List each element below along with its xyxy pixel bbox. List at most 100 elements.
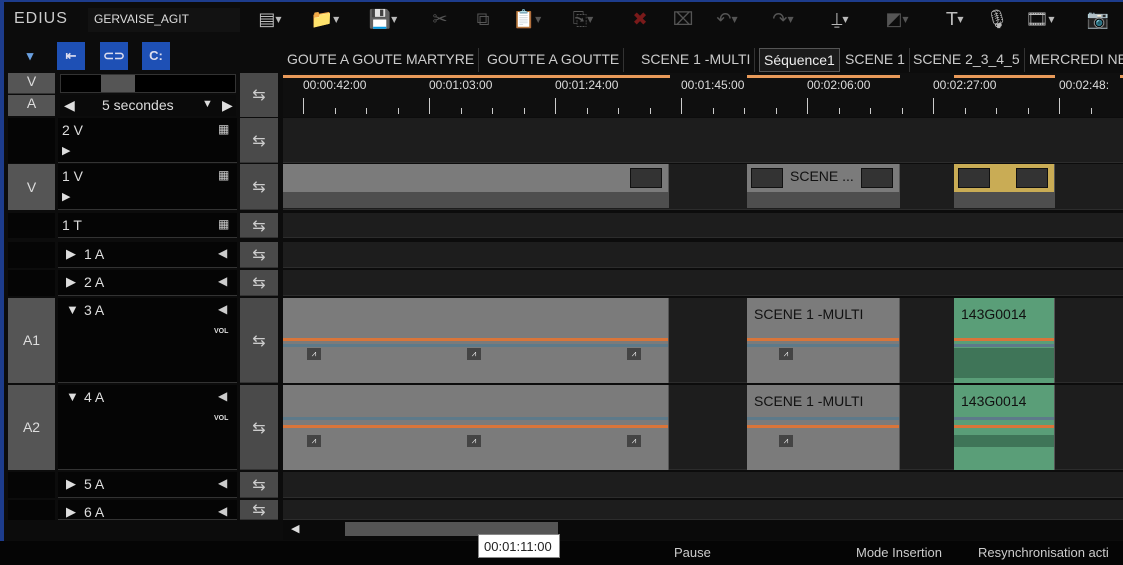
track-mode-icon[interactable]: ▾ bbox=[16, 42, 44, 70]
track-lane[interactable] bbox=[283, 242, 1123, 268]
track-patch[interactable] bbox=[8, 472, 55, 498]
speaker-icon[interactable]: ◀ bbox=[218, 302, 227, 316]
undo-button[interactable]: ↶▼ bbox=[712, 6, 742, 34]
audio-clip[interactable]: 143G0014 bbox=[954, 385, 1055, 470]
speaker-icon[interactable]: ◀ bbox=[218, 476, 227, 490]
track-lane[interactable] bbox=[283, 270, 1123, 296]
chevron-down-icon[interactable]: ▼ bbox=[202, 98, 213, 110]
audio-clip[interactable]: SCENE 1 -MULTI ⩘ bbox=[747, 385, 900, 470]
speaker-icon[interactable]: ◀ bbox=[218, 389, 227, 403]
volume-line[interactable] bbox=[747, 425, 899, 428]
sync-lock-icon[interactable]: ⇆ bbox=[240, 242, 278, 268]
chevron-down-icon[interactable]: ▼ bbox=[731, 15, 737, 24]
chevron-down-icon[interactable]: ▼ bbox=[842, 15, 848, 24]
save-button[interactable]: 💾▼ bbox=[368, 6, 398, 34]
waveform-icon[interactable]: ⩘ bbox=[627, 435, 641, 447]
track-patch[interactable]: V bbox=[8, 164, 55, 210]
audio-clip[interactable]: SCENE 1 -MULTI ⩘ bbox=[747, 298, 900, 383]
track-patch[interactable] bbox=[8, 270, 55, 296]
audio-clip[interactable]: 143G0014 bbox=[954, 298, 1055, 383]
track-patch[interactable]: A1 bbox=[8, 298, 55, 383]
zoom-slider[interactable] bbox=[60, 74, 236, 93]
expand-icon[interactable]: ▼ bbox=[66, 302, 79, 317]
expand-icon[interactable]: ▶ bbox=[66, 274, 76, 290]
volume-line[interactable] bbox=[954, 338, 1054, 341]
snapshot-button[interactable]: 📷 bbox=[1083, 6, 1113, 34]
tab-5[interactable]: SCENE 2_3_4_5 bbox=[909, 48, 1025, 72]
waveform-icon[interactable]: ⩘ bbox=[467, 435, 481, 447]
sync-lock-icon[interactable]: ⇆ bbox=[240, 472, 278, 498]
scale-next-icon[interactable]: ▶ bbox=[222, 97, 233, 114]
waveform-icon[interactable]: ⩘ bbox=[627, 348, 641, 360]
title-button[interactable]: T▼ bbox=[940, 6, 970, 34]
audio-clip[interactable]: ⩘ ⩘ ⩘ bbox=[283, 385, 669, 470]
ripple-delete-button[interactable]: ⌧ bbox=[668, 6, 698, 34]
film-icon[interactable]: ▦ bbox=[218, 122, 229, 136]
expand-icon[interactable]: ▶ bbox=[62, 190, 70, 203]
track-header[interactable]: ▼ 3 A ◀ VOL bbox=[58, 298, 237, 383]
zoom-slider-thumb[interactable] bbox=[101, 75, 135, 92]
film-icon[interactable]: ▦ bbox=[218, 168, 229, 182]
track-lane[interactable] bbox=[283, 500, 1123, 520]
track-lane[interactable]: ⩘ ⩘ ⩘ SCENE 1 -MULTI ⩘ 143G0014 bbox=[283, 298, 1123, 383]
video-clip[interactable]: SCENE ... bbox=[747, 164, 900, 192]
tab-6[interactable]: MERCREDI NE bbox=[1025, 48, 1123, 72]
scroll-left-icon[interactable]: ◀ bbox=[291, 522, 299, 535]
tab-4[interactable]: SCENE 1 bbox=[841, 48, 910, 72]
tab-2[interactable]: SCENE 1 -MULTI bbox=[637, 48, 756, 72]
timescale-select[interactable]: ◀ 5 secondes ▼ ▶ bbox=[60, 95, 236, 116]
video-clip[interactable] bbox=[954, 164, 1055, 192]
sync-lock-icon[interactable]: ⇆ bbox=[240, 270, 278, 296]
chevron-down-icon[interactable]: ▼ bbox=[535, 15, 541, 24]
track-header[interactable]: 2 V ▶ ▦ bbox=[58, 118, 237, 163]
film-icon[interactable]: ▦ bbox=[218, 217, 229, 231]
chevron-down-icon[interactable]: ▼ bbox=[787, 15, 793, 24]
sync-lock-icon[interactable]: ⇆ bbox=[240, 213, 278, 238]
expand-icon[interactable]: ▼ bbox=[66, 389, 79, 404]
pan-line[interactable] bbox=[283, 344, 668, 347]
speaker-icon[interactable]: ◀ bbox=[218, 246, 227, 260]
pan-line[interactable] bbox=[747, 417, 899, 420]
pan-line[interactable] bbox=[954, 417, 1054, 420]
paste-button[interactable]: 📋▼ bbox=[512, 6, 542, 34]
volume-line[interactable] bbox=[283, 425, 668, 428]
sync-lock-icon[interactable]: ⇆ bbox=[240, 298, 278, 383]
group-icon[interactable]: C: bbox=[142, 42, 170, 70]
voiceover-button[interactable]: 🎙 bbox=[982, 6, 1012, 34]
horizontal-scrollbar[interactable]: ◀ bbox=[283, 520, 1123, 540]
new-sequence-button[interactable]: ▤▼ bbox=[255, 6, 285, 34]
chevron-down-icon[interactable]: ▼ bbox=[957, 15, 963, 24]
waveform-icon[interactable]: ⩘ bbox=[467, 348, 481, 360]
render-button[interactable]: 🎞▼ bbox=[1025, 6, 1055, 34]
video-clip[interactable] bbox=[283, 164, 669, 192]
open-folder-button[interactable]: 📁▼ bbox=[310, 6, 340, 34]
track-header[interactable]: 1 V ▶ ▦ bbox=[58, 164, 237, 210]
track-lane[interactable]: ⩘ ⩘ ⩘ SCENE 1 -MULTI ⩘ 143G0014 bbox=[283, 385, 1123, 470]
expand-icon[interactable]: ▶ bbox=[66, 246, 76, 262]
track-lane[interactable] bbox=[283, 213, 1123, 238]
scale-prev-icon[interactable]: ◀ bbox=[64, 97, 75, 114]
track-header[interactable]: ▶ 5 A ◀ bbox=[58, 472, 237, 498]
volume-line[interactable] bbox=[747, 338, 899, 341]
redo-button[interactable]: ↷▼ bbox=[768, 6, 798, 34]
chevron-down-icon[interactable]: ▼ bbox=[275, 15, 281, 24]
volume-line[interactable] bbox=[954, 425, 1054, 428]
pan-line[interactable] bbox=[747, 344, 899, 347]
chevron-down-icon[interactable]: ▼ bbox=[902, 15, 908, 24]
sync-lock-icon[interactable]: ⇆ bbox=[240, 118, 278, 163]
track-lane[interactable] bbox=[283, 118, 1123, 163]
track-lane[interactable] bbox=[283, 472, 1123, 498]
video-patch-label[interactable]: V bbox=[8, 73, 55, 94]
timeline-ruler[interactable]: 00:00:42:00 00:01:03:00 00:01:24:00 00:01:4… bbox=[283, 73, 1123, 117]
speaker-icon[interactable]: ◀ bbox=[218, 504, 227, 518]
track-patch[interactable] bbox=[8, 500, 55, 520]
link-icon[interactable]: ⊂⊃ bbox=[100, 42, 128, 70]
waveform-icon[interactable]: ⩘ bbox=[779, 348, 793, 360]
insert-mode-icon[interactable]: ⇤ bbox=[57, 42, 85, 70]
sync-lock-icon[interactable]: ⇆ bbox=[240, 164, 278, 210]
track-patch[interactable] bbox=[8, 242, 55, 268]
sync-all-icon[interactable]: ⇆ bbox=[240, 73, 278, 117]
speaker-icon[interactable]: ◀ bbox=[218, 274, 227, 288]
tab-0[interactable]: GOUTE A GOUTE MARTYRE bbox=[283, 48, 480, 72]
audio-patch-label[interactable]: A bbox=[8, 95, 55, 116]
